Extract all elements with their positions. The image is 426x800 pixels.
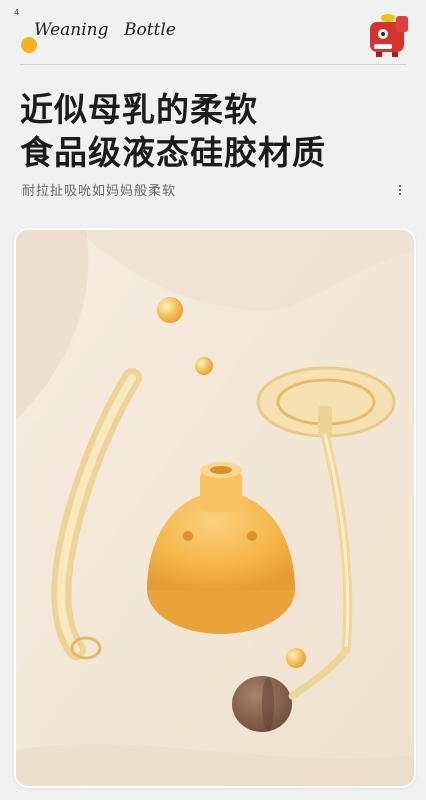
- headline-line-1: 近似母乳的柔软: [20, 90, 258, 129]
- product-illustration: [16, 230, 414, 786]
- headline: 近似母乳的柔软 食品级液态硅胶材质: [20, 88, 326, 174]
- product-photo: [14, 228, 416, 788]
- logo-word-weaning: Weaning: [34, 20, 109, 40]
- header-divider: [20, 64, 406, 65]
- logo-word-bottle: Bottle: [124, 20, 176, 40]
- subtitle: 耐拉扯吸吮如妈妈般柔软: [22, 184, 177, 199]
- dinosaur-mascot-icon: [370, 14, 408, 57]
- silicone-bead: [286, 648, 306, 668]
- more-vertical-icon[interactable]: [398, 185, 402, 197]
- silicone-bead: [195, 357, 213, 375]
- silicone-bead: [157, 297, 183, 323]
- logo-number: 4: [14, 8, 20, 17]
- headline-line-2: 食品级液态硅胶材质: [20, 133, 326, 172]
- brand-logo: 4 Weaning Bottle: [10, 8, 200, 54]
